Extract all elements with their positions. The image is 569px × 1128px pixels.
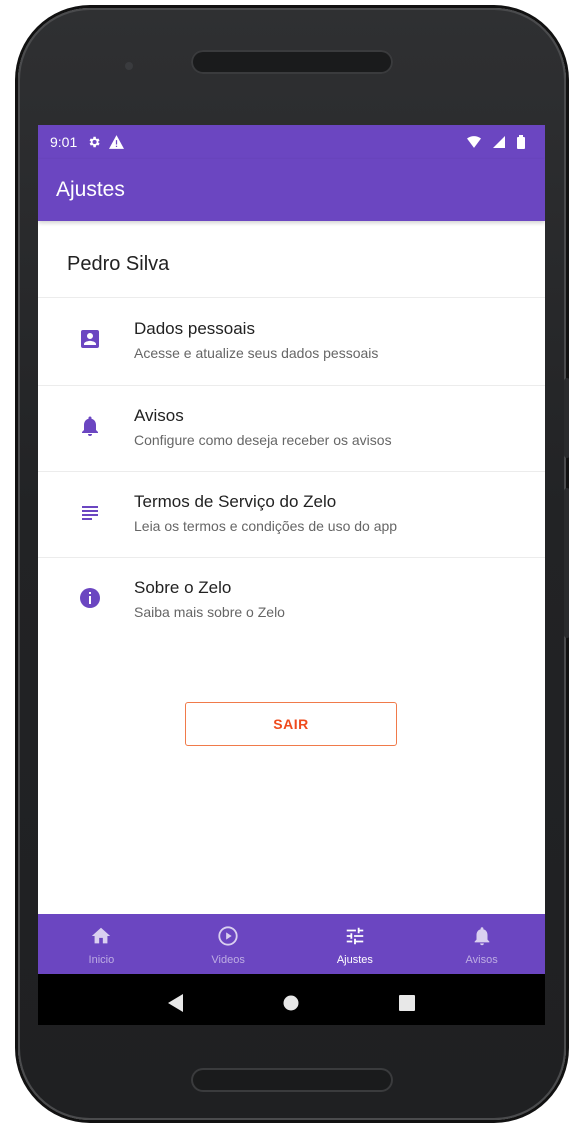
signal-icon xyxy=(493,136,505,148)
nav-label: Videos xyxy=(211,954,245,966)
menu-item-subtitle: Configure como deseja receber os avisos xyxy=(134,432,392,448)
menu-item-subtitle: Saiba mais sobre o Zelo xyxy=(134,604,285,620)
home-icon xyxy=(92,927,111,944)
battery-icon xyxy=(517,135,525,149)
wifi-icon xyxy=(467,136,481,148)
menu-item-dados-pessoais[interactable]: Dados pessoais Acesse e atualize seus da… xyxy=(38,299,545,385)
menu-item-title: Termos de Serviço do Zelo xyxy=(134,492,337,511)
gear-icon xyxy=(89,136,100,148)
nav-label: Avisos xyxy=(465,954,498,966)
back-icon[interactable] xyxy=(167,994,184,1012)
menu-item-title: Dados pessoais xyxy=(134,319,255,338)
logout-button[interactable]: SAIR xyxy=(185,702,397,746)
nav-label: Inicio xyxy=(88,954,115,966)
menu-item-title: Sobre o Zelo xyxy=(134,578,232,597)
menu-item-termos[interactable]: Termos de Serviço do Zelo Leia os termos… xyxy=(38,472,545,558)
system-nav-bar xyxy=(38,974,545,1025)
bottom-nav: Inicio Videos Ajustes Avisos xyxy=(38,914,545,974)
page-title: Ajustes xyxy=(56,178,125,201)
status-time: 9:01 xyxy=(50,134,78,150)
nav-item-ajustes[interactable]: Ajustes xyxy=(292,914,419,974)
divider xyxy=(38,297,545,298)
bell-icon xyxy=(474,927,489,946)
menu-item-subtitle: Leia os termos e condições de uso do app xyxy=(134,518,398,534)
status-bar: 9:01 xyxy=(38,125,545,159)
menu-item-sobre[interactable]: Sobre o Zelo Saiba mais sobre o Zelo xyxy=(38,558,545,644)
nav-label: Ajustes xyxy=(336,954,373,966)
notes-icon xyxy=(82,506,98,520)
info-icon xyxy=(80,588,100,608)
side-button xyxy=(564,378,569,458)
home-circle-icon[interactable] xyxy=(283,995,299,1011)
camera xyxy=(125,62,133,70)
speaker xyxy=(191,1068,393,1092)
phone-frame: 9:01 Ajustes Pedro Silva Dados pessoais … xyxy=(18,8,569,1120)
menu-item-avisos[interactable]: Avisos Configure como deseja receber os … xyxy=(38,386,545,472)
user-name: Pedro Silva xyxy=(67,253,170,275)
play-circle-icon xyxy=(218,926,238,946)
menu-item-subtitle: Acesse e atualize seus dados pessoais xyxy=(134,345,379,361)
recents-icon[interactable] xyxy=(399,995,416,1011)
nav-item-videos[interactable]: Videos xyxy=(165,914,292,974)
nav-item-avisos[interactable]: Avisos xyxy=(418,914,545,974)
app-bar: Ajustes xyxy=(38,159,545,221)
account-box-icon xyxy=(81,330,99,348)
bell-icon xyxy=(82,416,98,436)
tune-icon xyxy=(346,927,364,945)
menu-item-title: Avisos xyxy=(134,406,184,425)
nav-item-inicio[interactable]: Inicio xyxy=(38,914,165,974)
side-button xyxy=(564,488,569,638)
alert-icon xyxy=(109,135,125,149)
screen: 9:01 Ajustes Pedro Silva Dados pessoais … xyxy=(38,125,545,1025)
speaker xyxy=(191,50,393,74)
